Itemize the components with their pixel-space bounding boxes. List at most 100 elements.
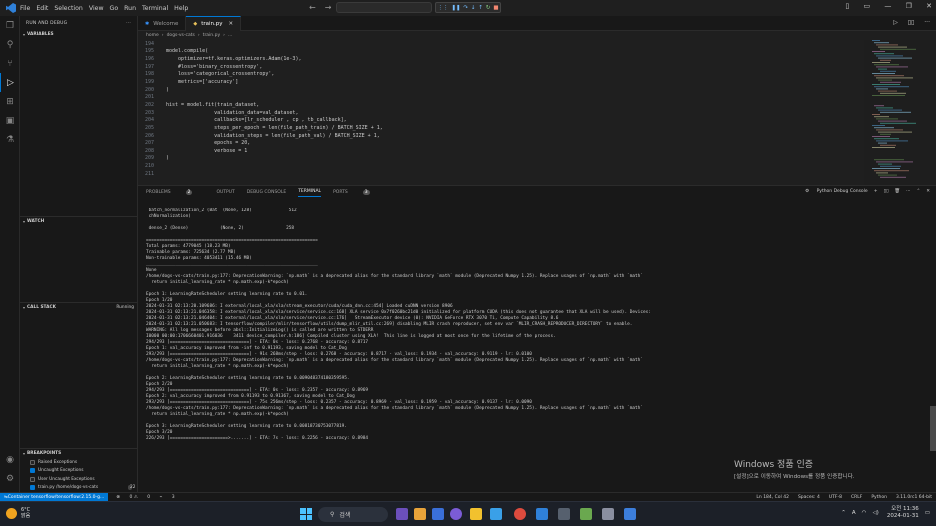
restart-icon[interactable]: ↻ (486, 5, 491, 11)
code-line[interactable]: 204 callbacks=[lr_scheduler , cp , tb_ca… (138, 116, 864, 124)
drag-handle-icon[interactable]: ⋮⋮ (437, 5, 448, 11)
app-icon[interactable] (580, 508, 592, 520)
breadcrumb-item[interactable]: dogs-vs-cats (167, 33, 195, 38)
terminal-app-icon[interactable] (558, 508, 570, 520)
search-icon[interactable]: ⚲ (0, 35, 20, 54)
chrome-icon[interactable] (514, 508, 526, 520)
errors-status[interactable]: ⊗ 0 ⚠ 0 (116, 495, 150, 500)
store-icon[interactable] (490, 508, 502, 520)
breakpoint-item[interactable]: Raised Exceptions (30, 460, 77, 465)
code-line[interactable]: 201 (138, 93, 864, 101)
chat-icon[interactable] (450, 508, 462, 520)
code-line[interactable]: 208 verbose = 1 (138, 147, 864, 155)
code-line[interactable]: 200) (138, 86, 864, 94)
menu-item-selection[interactable]: Selection (54, 5, 83, 12)
code-line[interactable]: 210 (138, 162, 864, 170)
step-into-icon[interactable]: ↓ (471, 5, 476, 11)
status-item[interactable]: Ln 184, Col 42 (756, 495, 789, 500)
tab-problems[interactable]: PROBLEMS 2 (146, 190, 204, 195)
wifi-icon[interactable]: ◠ (862, 510, 867, 516)
explorer-icon[interactable]: ❐ (0, 16, 20, 35)
weather-widget[interactable]: 6°C 맑음 (6, 507, 30, 519)
step-over-icon[interactable]: ↷ (463, 5, 468, 11)
pause-icon[interactable]: ❚❚ (451, 5, 460, 11)
menu-item-run[interactable]: Run (124, 5, 136, 12)
breakpoint-item[interactable]: train.py /home/dogs-vs-cats 22 (30, 484, 135, 490)
command-center-input[interactable] (336, 2, 432, 13)
status-item[interactable]: CRLF (851, 495, 862, 500)
run-icon[interactable]: ▷ (893, 19, 898, 26)
back-arrow-icon[interactable]: ← (309, 3, 316, 12)
tab-debug-console[interactable]: DEBUG CONSOLE (247, 190, 286, 195)
breadcrumb-item[interactable]: ... (228, 33, 232, 38)
app-icon[interactable] (624, 508, 636, 520)
menu-item-file[interactable]: File (20, 5, 30, 12)
menu-item-edit[interactable]: Edit (36, 5, 48, 12)
code-line[interactable]: 203 validation_data=val_dataset, (138, 109, 864, 117)
remote-explorer-icon[interactable]: ▣ (0, 111, 20, 130)
terminal-output[interactable]: batch_normalization_2 (Bat (None, 128) 5… (146, 208, 926, 492)
testing-icon[interactable]: ⚗ (0, 130, 20, 149)
file-explorer-icon[interactable] (470, 508, 482, 520)
layout-icon[interactable]: ▯ (845, 2, 849, 10)
minimize-icon[interactable]: — (884, 2, 891, 10)
code-line[interactable]: 199 metrics=['accuracy'] (138, 78, 864, 86)
extensions-icon[interactable]: ⊞ (0, 92, 20, 111)
code-line[interactable]: 207 epochs = 20, (138, 139, 864, 147)
ime-indicator[interactable]: A (852, 510, 856, 516)
speaker-icon[interactable]: ◁) (872, 510, 878, 516)
menu-item-help[interactable]: Help (174, 5, 188, 12)
step-out-icon[interactable]: ↑ (478, 5, 483, 11)
code-line[interactable]: 197 #loss='binary_crossentropy', (138, 63, 864, 71)
vscode-taskbar-icon[interactable] (536, 508, 548, 520)
status-item[interactable]: Spaces: 4 (798, 495, 820, 500)
windows-start-icon[interactable] (300, 508, 312, 520)
code-line[interactable]: 202 hist = model.fit(train_dataset, (138, 101, 864, 109)
menu-item-terminal[interactable]: Terminal (142, 5, 168, 12)
tab-ports[interactable]: PORTS 3 (333, 190, 382, 195)
ports-status[interactable]: ⌁ 3 (160, 495, 175, 500)
chevron-up-icon[interactable]: ⌃ (841, 510, 846, 516)
terminal-scrollbar[interactable] (930, 406, 936, 451)
menu-item-go[interactable]: Go (110, 5, 119, 12)
maximize-panel-icon[interactable]: ⌃ (916, 189, 920, 194)
menu-item-view[interactable]: View (89, 5, 104, 12)
close-tab-icon[interactable]: ✕ (229, 21, 234, 27)
code-line[interactable]: 196 optimizer=tf.keras.optimizers.Adam(1… (138, 55, 864, 63)
split-terminal-icon[interactable]: ▯▯ (883, 189, 888, 194)
call-stack-section-header[interactable]: ▾ CALL STACK Running (20, 302, 138, 311)
stop-icon[interactable]: ■ (493, 5, 498, 11)
manage-gear-icon[interactable]: ⚙ (0, 469, 20, 488)
code-line[interactable]: 194 (138, 40, 864, 48)
status-item[interactable]: Python (871, 495, 887, 500)
close-icon[interactable]: ✕ (926, 2, 932, 10)
status-item[interactable]: UTF-8 (829, 495, 842, 500)
code-editor[interactable]: 194 195 model.compile(196 optimizer=tf.ker… (138, 40, 864, 185)
source-control-icon[interactable]: ⑂ (0, 54, 20, 73)
checkbox[interactable] (30, 476, 35, 482)
widgets-icon[interactable] (414, 508, 426, 520)
forward-arrow-icon[interactable]: → (325, 3, 332, 12)
code-line[interactable]: 209) (138, 155, 864, 163)
tab-terminal[interactable]: TERMINAL (298, 189, 322, 197)
trash-icon[interactable]: 🗑 (894, 189, 900, 194)
code-line[interactable]: 205 steps_per_epoch = len(file_path_trai… (138, 124, 864, 132)
tab-output[interactable]: OUTPUT (216, 190, 234, 195)
app-icon[interactable] (602, 508, 614, 520)
tab-train-py[interactable]: ◆ train.py ✕ (186, 16, 242, 31)
minimap[interactable] (870, 40, 928, 185)
code-line[interactable]: 206 validation_steps = len(file_path_val… (138, 132, 864, 140)
code-line[interactable]: 211 (138, 170, 864, 178)
account-icon[interactable]: ◉ (0, 450, 20, 469)
more-actions-icon[interactable]: ··· (126, 21, 131, 26)
checkbox[interactable] (30, 468, 35, 474)
close-panel-icon[interactable]: ✕ (926, 189, 930, 194)
clock[interactable]: 오전 11:36 2024-01-31 (887, 506, 919, 520)
breadcrumb-item[interactable]: train.py (203, 33, 220, 38)
more-actions-icon[interactable]: ··· (924, 19, 930, 26)
add-terminal-icon[interactable]: + (874, 189, 878, 194)
code-line[interactable]: 198 loss='categorical_crossentropy', (138, 71, 864, 79)
checkbox[interactable] (30, 484, 35, 490)
watch-section-header[interactable]: ▾ WATCH (20, 216, 138, 225)
status-item[interactable]: 3.11.0rc1 64-bit (896, 495, 932, 500)
